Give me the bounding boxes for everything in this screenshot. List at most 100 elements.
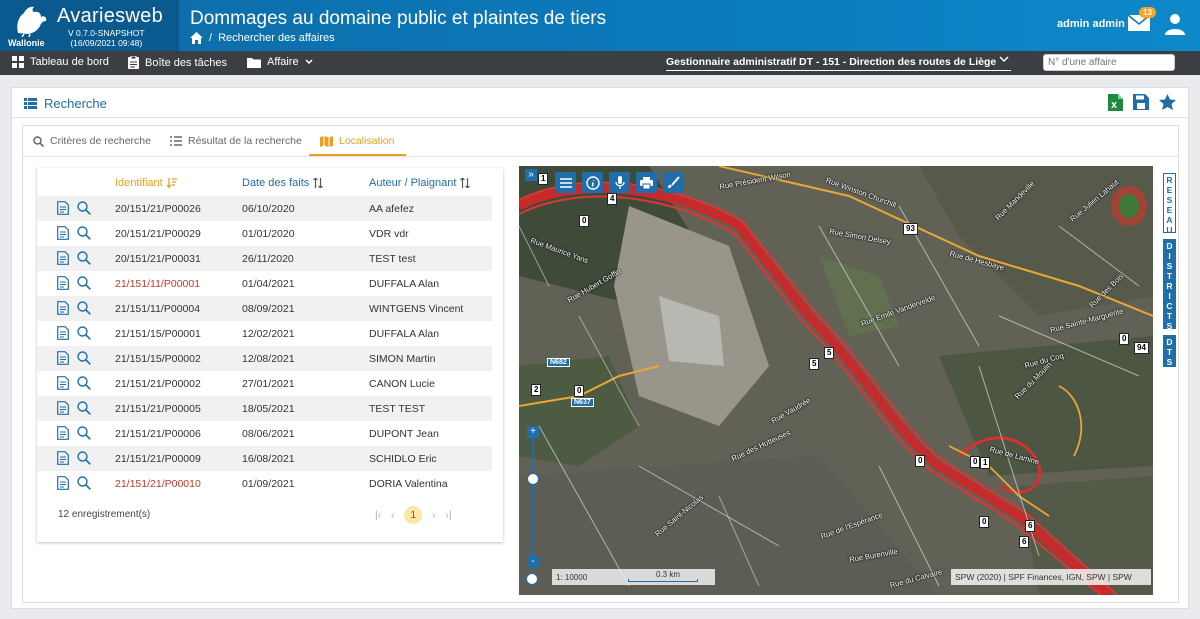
prev-page-icon[interactable]: ‹: [391, 510, 394, 521]
map-marker[interactable]: 94: [1134, 342, 1149, 354]
info-button[interactable]: [582, 172, 603, 193]
table-row[interactable]: 20/151/21/P00029 01/01/2020 VDR vdr: [37, 221, 492, 246]
layer-tab-reseau[interactable]: RESEAU: [1163, 173, 1176, 235]
column-header-identifiant[interactable]: Identifiant: [115, 177, 177, 189]
search-icon[interactable]: [77, 276, 91, 290]
map-marker[interactable]: 6: [1019, 536, 1030, 548]
cell-author: DORIA Valentina: [369, 478, 448, 490]
map-marker[interactable]: 5: [824, 347, 835, 359]
menu-tasks-label: Boîte des tâches: [145, 56, 227, 69]
gestionnaire-select[interactable]: Gestionnaire administratif DT - 151 - Di…: [666, 56, 1011, 71]
document-icon[interactable]: [57, 301, 69, 315]
search-icon[interactable]: [77, 476, 91, 490]
affaire-number-input[interactable]: [1043, 54, 1175, 71]
favorite-star-icon[interactable]: [1159, 94, 1176, 110]
home-icon[interactable]: [190, 32, 203, 44]
table-row[interactable]: 20/151/21/P00026 06/10/2020 AA afefez: [37, 196, 492, 221]
table-row[interactable]: 21/151/21/P00006 08/06/2021 DUPONT Jean: [37, 421, 492, 446]
document-icon[interactable]: [57, 351, 69, 365]
search-icon[interactable]: [77, 451, 91, 465]
app-version: V 0.7.0-SNAPSHOT (16/09/2021 09:48): [68, 28, 145, 48]
table-row[interactable]: 21/151/21/P00009 16/08/2021 SCHIDLO Eric: [37, 446, 492, 471]
table-row[interactable]: 21/151/21/P00002 27/01/2021 CANON Lucie: [37, 371, 492, 396]
search-icon[interactable]: [77, 376, 91, 390]
map-marker[interactable]: 0: [915, 455, 926, 467]
document-icon[interactable]: [57, 326, 69, 340]
save-icon[interactable]: [1133, 94, 1149, 110]
map-marker[interactable]: 0: [1119, 333, 1130, 345]
menu-affaire[interactable]: Affaire: [247, 56, 313, 68]
tab-results[interactable]: Résultat de la recherche: [170, 135, 302, 147]
cell-identifiant: 20/151/21/P00031: [115, 253, 201, 265]
search-icon[interactable]: [77, 326, 91, 340]
search-icon[interactable]: [77, 426, 91, 440]
document-icon[interactable]: [57, 226, 69, 240]
column-header-author[interactable]: Auteur / Plaignant: [369, 177, 471, 189]
layer-tab-dts[interactable]: DTS: [1163, 335, 1176, 367]
document-icon[interactable]: [57, 201, 69, 215]
table-row[interactable]: 21/151/21/P00005 18/05/2021 TEST TEST: [37, 396, 492, 421]
document-icon[interactable]: [57, 251, 69, 265]
document-icon[interactable]: [57, 401, 69, 415]
table-row[interactable]: 21/151/15/P00002 12/08/2021 SIMON Martin: [37, 346, 492, 371]
document-icon[interactable]: [57, 376, 69, 390]
search-panel: Recherche X Critères de recherche Résult…: [11, 87, 1189, 609]
expand-toolbar-icon[interactable]: »: [525, 169, 537, 181]
map-marker[interactable]: 1: [538, 173, 549, 185]
search-icon[interactable]: [77, 226, 91, 240]
user-name[interactable]: admin admin: [1057, 18, 1125, 30]
user-avatar-icon[interactable]: [1165, 13, 1185, 35]
microphone-button[interactable]: [609, 172, 630, 193]
side-tab-letter: U: [1166, 225, 1173, 235]
layer-tab-districts[interactable]: DISTRICTS: [1163, 239, 1176, 331]
search-icon[interactable]: [77, 351, 91, 365]
layers-menu-button[interactable]: [555, 172, 576, 193]
table-row[interactable]: 21/151/21/P00010 01/09/2021 DORIA Valentin…: [37, 471, 492, 496]
map-marker[interactable]: 1: [980, 457, 991, 469]
search-icon[interactable]: [77, 201, 91, 215]
draw-button[interactable]: [663, 172, 684, 193]
map-marker[interactable]: 4: [607, 193, 618, 205]
last-page-icon[interactable]: ›|: [446, 510, 452, 521]
table-row[interactable]: 21/151/15/P00001 12/02/2021 DUFFALA Alan: [37, 321, 492, 346]
route-shield: N637: [571, 398, 594, 407]
map-marker[interactable]: 0: [970, 456, 981, 468]
zoom-slider-handle[interactable]: [527, 473, 539, 485]
first-page-icon[interactable]: |‹: [375, 510, 381, 521]
document-icon[interactable]: [57, 426, 69, 440]
menu-dashboard[interactable]: Tableau de bord: [12, 56, 109, 68]
brand-block[interactable]: Wallonie Avariesweb V 0.7.0-SNAPSHOT (16…: [0, 0, 179, 51]
next-page-icon[interactable]: ›: [432, 510, 435, 521]
tab-criteria[interactable]: Critères de recherche: [33, 135, 151, 147]
menu-tasks[interactable]: Boîte des tâches: [128, 56, 227, 69]
menu-affaire-label: Affaire: [267, 56, 299, 68]
document-icon[interactable]: [57, 276, 69, 290]
document-icon[interactable]: [57, 451, 69, 465]
table-row[interactable]: 21/151/11/P00001 01/04/2021 DUFFALA Alan: [37, 271, 492, 296]
map-marker[interactable]: 2: [531, 384, 542, 396]
map-marker[interactable]: 0: [979, 516, 990, 528]
zoom-in-button[interactable]: +: [527, 426, 539, 438]
breadcrumb-current[interactable]: Rechercher des affaires: [218, 32, 335, 44]
map-view[interactable]: » + - 1: 10000 0.3 km SPW (2020) | SPF F…: [519, 166, 1153, 595]
search-icon[interactable]: [77, 251, 91, 265]
search-icon[interactable]: [77, 401, 91, 415]
map-marker[interactable]: 6: [1025, 520, 1036, 532]
map-marker[interactable]: 0: [574, 385, 585, 397]
map-marker[interactable]: 93: [903, 223, 918, 235]
print-button[interactable]: [636, 172, 657, 193]
column-header-date[interactable]: Date des faits: [242, 177, 324, 189]
document-icon[interactable]: [57, 476, 69, 490]
table-row[interactable]: 20/151/21/P00031 26/11/2020 TEST test: [37, 246, 492, 271]
map-marker[interactable]: 0: [579, 215, 590, 227]
excel-export-icon[interactable]: X: [1108, 94, 1123, 111]
zoom-slider-track[interactable]: [532, 438, 534, 558]
tab-localisation[interactable]: Localisation: [320, 135, 394, 147]
table-row[interactable]: 21/151/11/P00004 08/09/2021 WINTGENS Vince…: [37, 296, 492, 321]
map-marker[interactable]: 5: [809, 358, 820, 370]
cell-identifiant: 21/151/21/P00009: [115, 453, 201, 465]
cell-author: WINTGENS Vincent: [369, 303, 464, 315]
current-page[interactable]: 1: [404, 506, 423, 524]
search-icon[interactable]: [77, 301, 91, 315]
zoom-out-button[interactable]: -: [527, 556, 539, 568]
